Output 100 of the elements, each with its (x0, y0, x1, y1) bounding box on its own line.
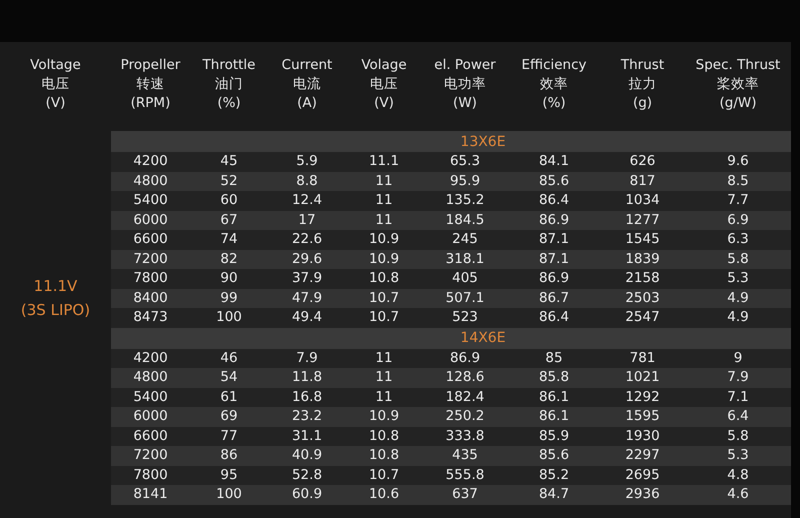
table-cell: 6600 (111, 426, 190, 446)
table-cell: 10.8 (346, 446, 422, 466)
table-cell: 184.5 (422, 210, 508, 230)
table-cell: 10.9 (346, 230, 422, 250)
table-cell: 9 (685, 348, 791, 368)
table-cell: 7.1 (685, 388, 791, 407)
table-cell: 1839 (600, 250, 685, 269)
table-cell: 8.8 (268, 172, 346, 191)
table-cell: 9.6 (685, 152, 791, 172)
table-cell: 11 (346, 191, 422, 210)
propeller-name: 14X6E (460, 330, 506, 346)
table-cell: 6.3 (685, 230, 791, 250)
table-cell: 84.1 (508, 152, 600, 172)
table-cell: 11.8 (268, 368, 346, 388)
table-cell: 86.9 (508, 210, 600, 230)
table-cell: 4200 (111, 152, 190, 172)
table-cell: 4.9 (685, 288, 791, 308)
table-cell: 17 (268, 210, 346, 230)
table-cell: 85.6 (508, 446, 600, 466)
table-cell: 626 (600, 152, 685, 172)
table-cell: 1595 (600, 407, 685, 426)
table-cell: 4800 (111, 172, 190, 191)
table-cell: 245 (422, 230, 508, 250)
table-cell: 8.5 (685, 172, 791, 191)
column-header: Propeller 转速 (RPM) (120, 56, 182, 113)
table-cell: 22.6 (268, 230, 346, 250)
table-cell: 60.9 (268, 485, 346, 504)
table-cell: 11 (346, 210, 422, 230)
table-cell: 7.7 (685, 191, 791, 210)
table-cell: 16.8 (268, 388, 346, 407)
table-cell: 1277 (600, 210, 685, 230)
table-cell: 8400 (111, 288, 190, 308)
table-cell: 817 (600, 172, 685, 191)
table-cell: 5.9 (268, 152, 346, 172)
table-cell: 12.4 (268, 191, 346, 210)
table-cell: 74 (190, 230, 268, 250)
table-cell: 250.2 (422, 407, 508, 426)
table-cell: 4800 (111, 368, 190, 388)
table-cell: 555.8 (422, 466, 508, 485)
table-cell: 85 (508, 348, 600, 368)
table-cell: 86.9 (422, 348, 508, 368)
table-cell: 182.4 (422, 388, 508, 407)
table-cell: 77 (190, 426, 268, 446)
table-cell: 6000 (111, 210, 190, 230)
table-cell: 2695 (600, 466, 685, 485)
table-cell: 40.9 (268, 446, 346, 466)
table-cell: 10.6 (346, 485, 422, 504)
table-cell: 2547 (600, 308, 685, 328)
table-cell: 11 (346, 172, 422, 191)
table-cell: 7.9 (268, 348, 346, 368)
table-cell: 85.2 (508, 466, 600, 485)
table-cell: 86.7 (508, 288, 600, 308)
table-cell: 86.9 (508, 269, 600, 288)
table-cell: 84.7 (508, 485, 600, 504)
table-cell: 4.9 (685, 308, 791, 328)
table-cell: 135.2 (422, 191, 508, 210)
table-cell: 4200 (111, 348, 190, 368)
table-cell: 86.4 (508, 308, 600, 328)
table-cell: 5.8 (685, 250, 791, 269)
column-header: Spec. Thrust 桨效率 (g/W) (694, 56, 782, 113)
column-header: Efficiency 效率 (%) (520, 56, 588, 113)
table-cell: 95 (190, 466, 268, 485)
table-cell: 37.9 (268, 269, 346, 288)
column-header: Thrust 拉力 (g) (620, 56, 666, 113)
table-cell: 54 (190, 368, 268, 388)
table-cell: 10.7 (346, 466, 422, 485)
table-cell: 2503 (600, 288, 685, 308)
table-cell: 86.4 (508, 191, 600, 210)
table-cell: 52.8 (268, 466, 346, 485)
table-cell: 8473 (111, 308, 190, 328)
table-cell: 5.8 (685, 426, 791, 446)
table-cell: 82 (190, 250, 268, 269)
table-cell: 637 (422, 485, 508, 504)
table-cell: 5400 (111, 388, 190, 407)
table-cell: 435 (422, 446, 508, 466)
table-cell: 85.8 (508, 368, 600, 388)
table-cell: 507.1 (422, 288, 508, 308)
table-cell: 5.3 (685, 446, 791, 466)
table-cell: 6.9 (685, 210, 791, 230)
table-cell: 47.9 (268, 288, 346, 308)
table-cell: 8141 (111, 485, 190, 504)
table-cell: 49.4 (268, 308, 346, 328)
table-cell: 2936 (600, 485, 685, 504)
column-header: el. Power 电功率 (W) (433, 56, 497, 113)
table-cell: 95.9 (422, 172, 508, 191)
table-cell: 100 (190, 485, 268, 504)
table-cell: 67 (190, 210, 268, 230)
table-cell: 4.6 (685, 485, 791, 504)
table-cell: 10.8 (346, 426, 422, 446)
table-cell: 6600 (111, 230, 190, 250)
table-cell: 86.1 (508, 407, 600, 426)
table-cell: 85.9 (508, 426, 600, 446)
table-cell: 2297 (600, 446, 685, 466)
table-cell: 87.1 (508, 250, 600, 269)
battery-type: (3S LIPO) (20, 300, 90, 321)
propeller-name: 13X6E (460, 134, 506, 150)
table-cell: 11 (346, 368, 422, 388)
table-cell: 69 (190, 407, 268, 426)
table-cell: 10.7 (346, 308, 422, 328)
table-cell: 46 (190, 348, 268, 368)
